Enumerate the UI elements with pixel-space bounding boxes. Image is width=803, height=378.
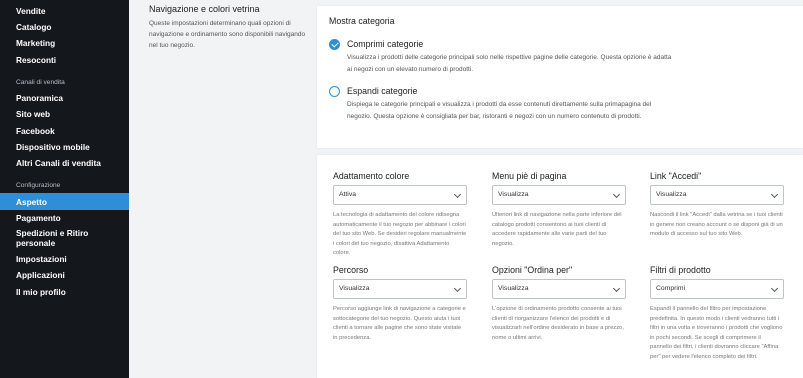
- field-breadcrumb: Percorso Visualizza Percorso aggiunge li…: [333, 265, 467, 343]
- sidebar-item-dispositivo-mobile[interactable]: Dispositivo mobile: [16, 142, 90, 152]
- chevron-down-icon: [770, 190, 779, 199]
- field-help: Espandi il pannello del filtro per impos…: [650, 306, 783, 360]
- chevron-down-icon: [612, 284, 621, 293]
- select-value: Visualizza: [656, 191, 687, 198]
- field-label: Adattamento colore: [333, 171, 410, 181]
- color-adaptation-select[interactable]: Attiva: [333, 185, 467, 205]
- field-help: L'opzione di ordinamento prodotto consen…: [492, 306, 624, 341]
- footer-menu-select[interactable]: Visualizza: [492, 185, 626, 205]
- field-label: Filtri di prodotto: [650, 265, 711, 275]
- storefront-settings-card: Adattamento colore Attiva La tecnologia …: [317, 155, 803, 378]
- chevron-down-icon: [770, 284, 779, 293]
- sidebar-item-sito-web[interactable]: Sito web: [16, 109, 50, 119]
- field-sort-options: Opzioni "Ordina per" Visualizza L'opzion…: [492, 265, 626, 343]
- select-value: Comprimi: [656, 285, 686, 292]
- breadcrumb-select[interactable]: Visualizza: [333, 279, 467, 299]
- select-value: Visualizza: [498, 191, 529, 198]
- sort-options-select[interactable]: Visualizza: [492, 279, 626, 299]
- field-label: Opzioni "Ordina per": [492, 265, 573, 275]
- field-label: Link "Accedi": [650, 171, 702, 181]
- sidebar-heading-config: Configurazione: [16, 182, 61, 189]
- sidebar-item-marketing[interactable]: Marketing: [16, 38, 55, 48]
- select-value: Attiva: [339, 191, 356, 198]
- field-label: Percorso: [333, 265, 369, 275]
- check-icon[interactable]: [329, 39, 340, 50]
- option-collapse-title[interactable]: Comprimi categorie: [347, 39, 423, 49]
- sidebar-item-spedizioni[interactable]: Spedizioni e Ritiro personale: [16, 228, 116, 248]
- select-value: Visualizza: [339, 285, 370, 292]
- sidebar-item-pagamento[interactable]: Pagamento: [16, 213, 61, 223]
- field-help: La tecnologia di adattamento del colore …: [333, 212, 467, 256]
- sidebar: Vendite Catalogo Marketing Resoconti Can…: [0, 0, 129, 378]
- chevron-down-icon: [612, 190, 621, 199]
- radio-icon[interactable]: [329, 86, 340, 97]
- field-help: Ulteriori link di navigazione nella part…: [492, 212, 622, 247]
- chevron-down-icon: [453, 284, 462, 293]
- sidebar-item-catalogo[interactable]: Catalogo: [16, 22, 52, 32]
- option-expand-description: Dispiega le categorie principali e visua…: [347, 101, 652, 120]
- sidebar-item-aspetto[interactable]: Aspetto: [16, 197, 47, 207]
- sidebar-item-resoconti[interactable]: Resoconti: [16, 55, 56, 65]
- main-content: Navigazione e colori vetrina Queste impo…: [129, 0, 803, 378]
- sidebar-item-vendite[interactable]: Vendite: [16, 6, 46, 16]
- field-color-adaptation: Adattamento colore Attiva La tecnologia …: [333, 171, 467, 259]
- product-filters-select[interactable]: Comprimi: [650, 279, 784, 299]
- sidebar-item-altri-canali[interactable]: Altri Canali di vendita: [16, 158, 101, 168]
- field-product-filters: Filtri di prodotto Comprimi Espandi il p…: [650, 265, 784, 362]
- select-value: Visualizza: [498, 285, 529, 292]
- section-title: Navigazione e colori vetrina: [149, 4, 260, 14]
- sidebar-item-applicazioni[interactable]: Applicazioni: [16, 270, 65, 280]
- chevron-down-icon: [453, 190, 462, 199]
- field-label: Menu piè di pagina: [492, 171, 567, 181]
- field-help: Percorso aggiunge link di navigazione a …: [333, 306, 466, 341]
- field-help: Nascondi il link "Accedi" dalla vetrina …: [650, 212, 783, 237]
- sidebar-heading-channels: Canali di vendita: [16, 79, 65, 86]
- card-title: Mostra categoria: [329, 16, 395, 26]
- sidebar-item-panoramica[interactable]: Panoramica: [16, 93, 63, 103]
- category-display-card: Mostra categoria Comprimi categorie Visu…: [317, 6, 803, 148]
- option-collapse-description: Visualizza i prodotti delle categorie pr…: [347, 54, 672, 73]
- sidebar-item-profilo[interactable]: Il mio profilo: [16, 287, 66, 297]
- sidebar-item-facebook[interactable]: Facebook: [16, 126, 55, 136]
- login-link-select[interactable]: Visualizza: [650, 185, 784, 205]
- field-login-link: Link "Accedi" Visualizza Nascondi il lin…: [650, 171, 784, 240]
- option-expand-title[interactable]: Espandi categorie: [347, 86, 417, 96]
- section-description: Queste impostazioni determinano quali op…: [149, 20, 306, 49]
- field-footer-menu: Menu piè di pagina Visualizza Ulteriori …: [492, 171, 626, 249]
- sidebar-item-impostazioni[interactable]: Impostazioni: [16, 254, 67, 264]
